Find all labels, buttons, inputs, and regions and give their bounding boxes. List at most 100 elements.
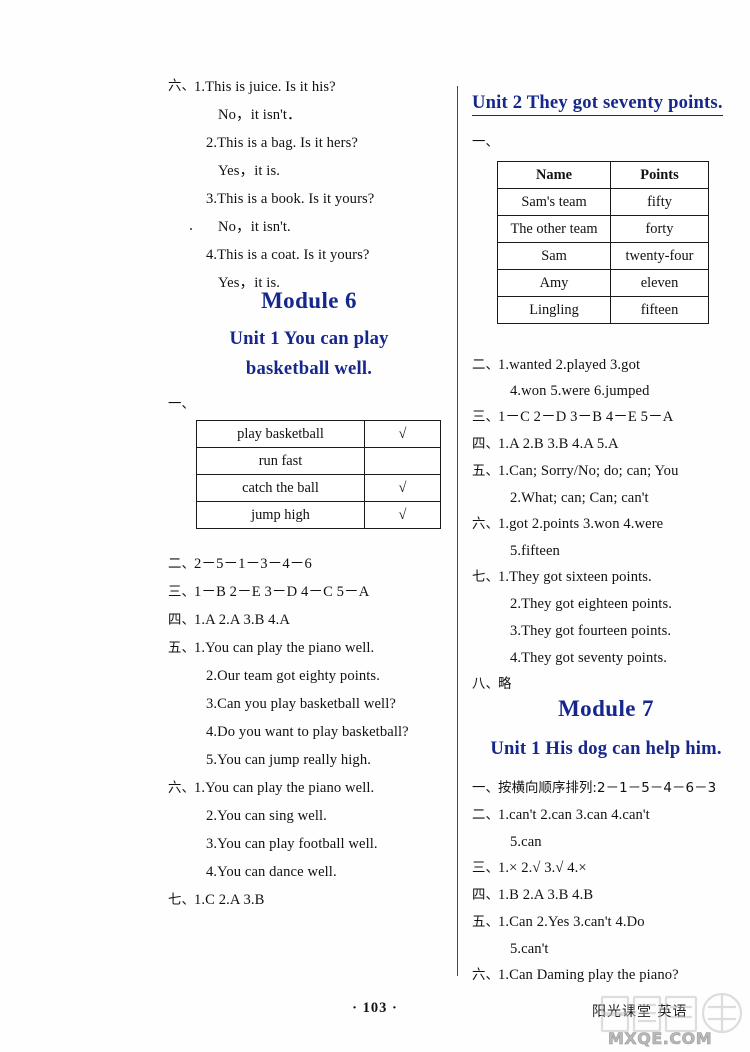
left-column: 六、 1.This is juice. Is it his? No，it isn… [168,0,450,1052]
right-u2-marker-6: 六、 [472,517,499,532]
module6-unit1-title-line2: basketball well. [245,358,373,379]
left-carryover-marker: 六、 [168,79,195,94]
points-cell: eleven [610,269,709,297]
right-m7-text-1: 1.can't 2.can 3.can 4.can't [498,807,650,823]
right-u2-text-10: 3.They got fourteen points. [510,623,672,639]
right-m7-text-6: 5.can't [510,941,549,957]
answer-key-page: 六、 1.This is juice. Is it his? No，it isn… [0,0,750,1052]
left-answer-text-4: 2.Our team got eighty points. [206,668,380,684]
right-u2-marker-2: 三、 [472,410,499,425]
module-7-heading: Module 7 [558,696,654,721]
module6-unit1-ex1-marker: 一、 [168,397,195,412]
right-m7-text-4: 1.B 2.A 3.B 4.B [498,887,594,903]
mark-cell: √ [364,501,441,529]
left-answer-marker-2: 四、 [168,613,195,628]
left-carryover-line-7: 4.This is a coat. Is it yours? [206,247,370,263]
right-u2-marker-4: 五、 [472,464,499,479]
table-row: Amy eleven [497,269,709,297]
right-column: Unit 2 They got seventy points. 一、 Name … [470,0,742,1052]
table-row: catch the ball √ [196,474,441,502]
right-m7-marker-7: 六、 [472,968,499,983]
table-row: Lingling fifteen [497,296,709,324]
right-u2-text-12: 略 [498,677,512,692]
left-carryover-line-1: 1.This is juice. Is it his? [194,79,336,95]
right-m7-text-0: 按横向顺序排列:2－1－5－4－6－3 [498,781,717,796]
right-u2-text-1: 4.won 5.were 6.jumped [510,383,650,399]
table-row: jump high √ [196,501,441,529]
points-cell: fifty [610,188,709,216]
table-header-row: Name Points [497,161,709,189]
points-cell: forty [610,215,709,243]
left-answer-text-7: 5.You can jump really high. [206,752,371,768]
table-row: Sam twenty-four [497,242,709,270]
module6-unit2-title: Unit 2 They got seventy points. [472,92,723,116]
right-m7-text-3: 1.× 2.√ 3.√ 4.× [498,860,587,876]
module7-unit1-title: Unit 1 His dog can help him. [490,738,722,759]
left-carryover-line-5: 3.This is a book. Is it yours? [206,191,375,207]
module6-unit2-ex1-marker: 一、 [472,135,499,150]
left-answer-marker-0: 二、 [168,557,195,572]
stray-ink-dot [190,228,192,230]
module-6-heading: Module 6 [261,288,357,313]
name-cell: Sam's team [497,188,611,216]
left-answer-text-8: 1.You can play the piano well. [194,780,375,796]
points-cell: twenty-four [610,242,709,270]
right-u2-text-4: 1.Can; Sorry/No; do; can; You [498,463,679,479]
left-answer-text-0: 2－5－1－3－4－6 [194,556,312,572]
name-cell: Sam [497,242,611,270]
table-row: The other team forty [497,215,709,243]
right-m7-text-5: 1.Can 2.Yes 3.can't 4.Do [498,914,645,930]
right-u2-text-3: 1.A 2.B 3.B 4.A 5.A [498,436,619,452]
column-header-name: Name [497,161,611,189]
name-cell: Lingling [497,296,611,324]
table-row: Sam's team fifty [497,188,709,216]
column-divider [457,86,458,976]
table-row: play basketball √ [196,420,441,448]
points-cell: fifteen [610,296,709,324]
right-m7-marker-1: 二、 [472,808,499,823]
left-answer-text-2: 1.A 2.A 3.B 4.A [194,612,290,628]
right-u2-marker-12: 八、 [472,677,499,692]
right-u2-text-9: 2.They got eighteen points. [510,596,672,612]
right-u2-marker-8: 七、 [472,570,499,585]
left-answer-text-6: 4.Do you want to play basketball? [206,724,409,740]
mark-cell: √ [364,474,441,502]
right-m7-text-7: 1.Can Daming play the piano? [498,967,679,983]
skill-cell: run fast [196,447,365,475]
name-cell: The other team [497,215,611,243]
left-carryover-line-2: No，it isn't． [218,107,302,123]
right-m7-text-2: 5.can [510,834,542,850]
left-answer-text-12: 1.C 2.A 3.B [194,892,265,908]
right-u2-text-5: 2.What; can; Can; can't [510,490,649,506]
left-answer-text-9: 2.You can sing well. [206,808,327,824]
left-answer-marker-3: 五、 [168,641,195,656]
left-answer-text-5: 3.Can you play basketball well? [206,696,396,712]
skill-cell: catch the ball [196,474,365,502]
right-m7-marker-5: 五、 [472,915,499,930]
left-answer-text-1: 1－B 2－E 3－D 4－C 5－A [194,584,370,600]
left-answer-text-11: 4.You can dance well. [206,864,337,880]
left-answer-text-3: 1.You can play the piano well. [194,640,375,656]
skill-cell: play basketball [196,420,365,448]
right-u2-text-6: 1.got 2.points 3.won 4.were [498,516,664,532]
left-carryover-line-4: Yes，it is. [218,163,280,179]
left-answer-marker-12: 七、 [168,893,195,908]
left-answer-text-10: 3.You can play football well. [206,836,378,852]
right-u2-marker-0: 二、 [472,358,499,373]
left-answer-marker-8: 六、 [168,781,195,796]
skill-cell: jump high [196,501,365,529]
right-u2-text-8: 1.They got sixteen points. [498,569,652,585]
right-u2-text-7: 5.fifteen [510,543,560,559]
left-carryover-line-3: 2.This is a bag. Is it hers? [206,135,358,151]
right-u2-text-2: 1－C 2－D 3－B 4－E 5－A [498,409,674,425]
left-answer-marker-1: 三、 [168,585,195,600]
module6-unit1-title-line1: Unit 1 You can play [229,328,389,349]
right-m7-marker-3: 三、 [472,861,499,876]
mark-cell: √ [364,420,441,448]
mark-cell [364,447,441,475]
table-row: run fast [196,447,441,475]
module6-unit2-points-table: Name Points Sam's team fifty The other t… [497,161,709,324]
left-carryover-line-6: No，it isn't. [218,219,291,235]
column-header-points: Points [610,161,709,189]
watermark-text: MXQE.COM [608,1029,713,1049]
